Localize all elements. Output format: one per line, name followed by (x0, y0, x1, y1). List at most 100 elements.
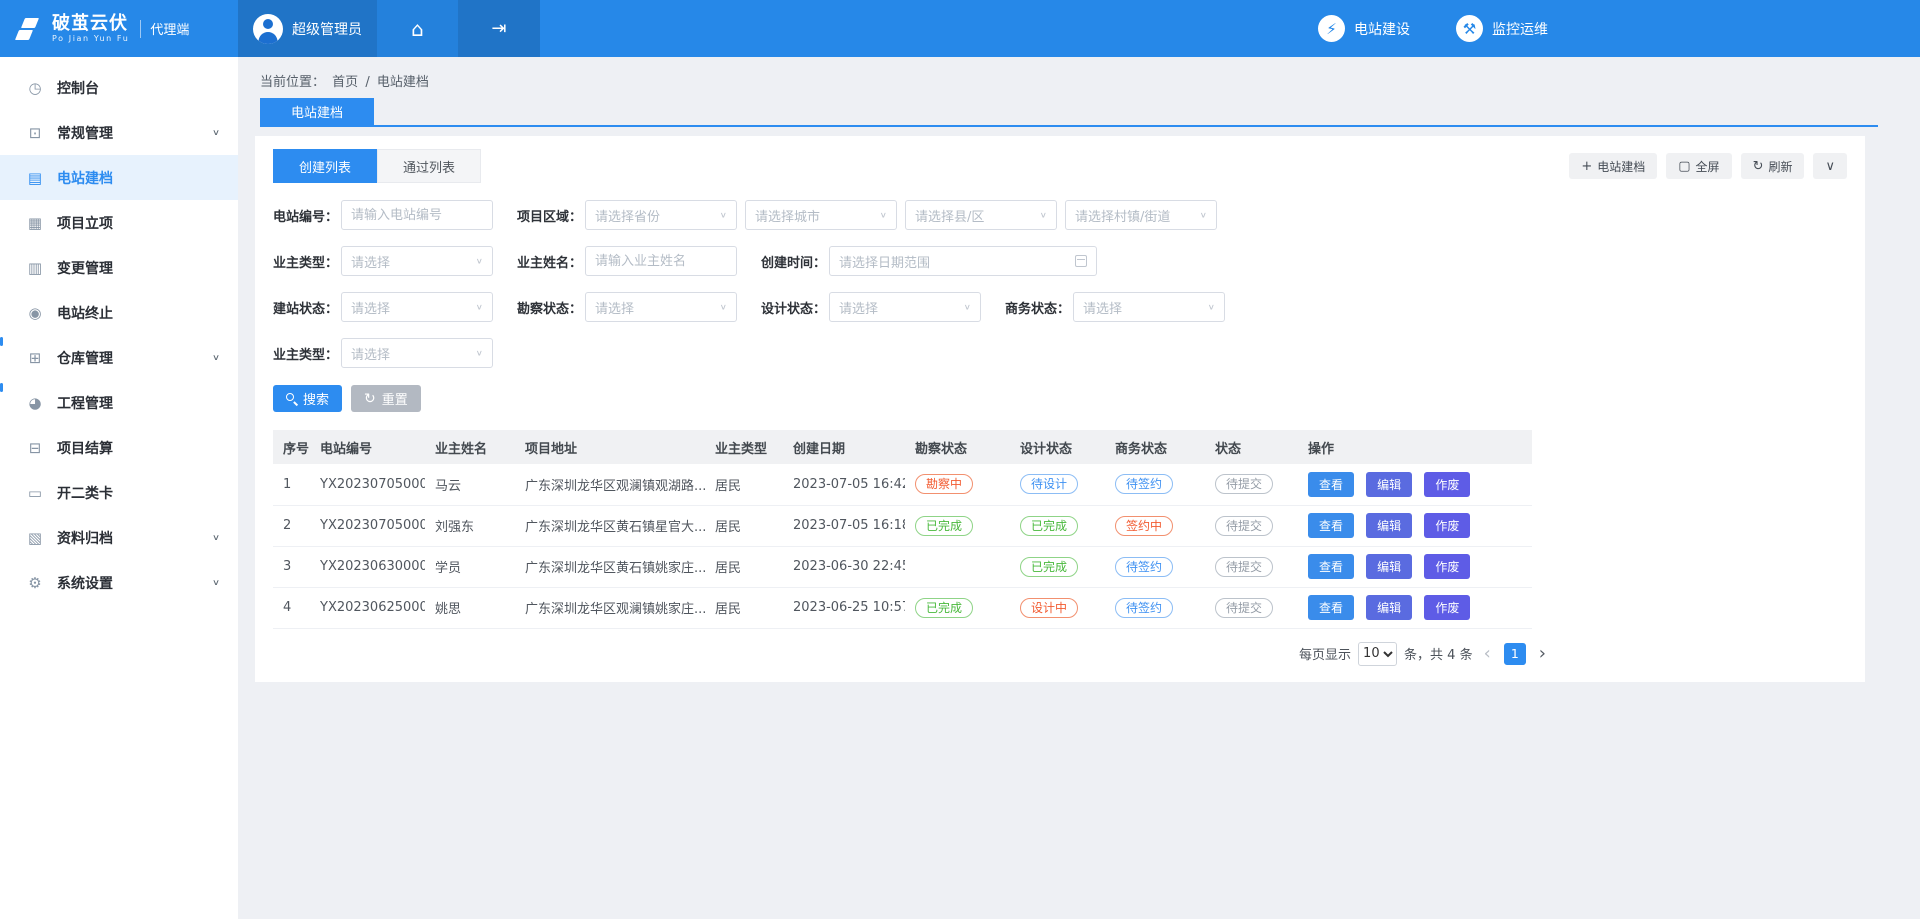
filter-label: 电站编号： (273, 206, 341, 225)
header-spacer (540, 0, 1318, 57)
user-menu[interactable]: 超级管理员 (238, 0, 377, 57)
edit-button[interactable]: 编辑 (1366, 472, 1412, 497)
nav-monitor-ops[interactable]: ⚒ 监控运维 (1456, 15, 1548, 42)
chevron-down-icon: ∨ (476, 257, 483, 266)
filter-label: 商务状态： (1005, 298, 1073, 317)
page-size-prefix: 每页显示 (1299, 644, 1351, 663)
create-station-button[interactable]: + 电站建档 (1569, 153, 1657, 179)
next-page-button[interactable]: › (1535, 645, 1550, 663)
view-button[interactable]: 查看 (1308, 472, 1354, 497)
chevron-down-icon: ∨ (1040, 211, 1047, 220)
fullscreen-button[interactable]: ▢ 全屏 (1666, 153, 1731, 179)
edit-button[interactable]: 编辑 (1366, 595, 1412, 620)
select-placeholder: 请选择 (839, 298, 878, 317)
city-select[interactable]: 请选择城市 ∨ (745, 200, 897, 230)
sidebar-item-label: 常规管理 (57, 123, 113, 143)
owner-type2-select[interactable]: 请选择 ∨ (341, 338, 493, 368)
cell-station-no: YX2023070500011 (310, 464, 425, 505)
owner-name-input[interactable] (585, 246, 737, 276)
tab-create-list[interactable]: 创建列表 (273, 149, 377, 183)
sidebar-item-label: 工程管理 (57, 393, 113, 413)
sidebar-item-label: 电站建档 (57, 168, 113, 188)
business-status-select[interactable]: 请选择 ∨ (1073, 292, 1225, 322)
select-placeholder: 请选择 (351, 344, 390, 363)
sidebar-item-label: 系统设置 (57, 573, 113, 593)
refresh-label: 刷新 (1768, 158, 1792, 175)
sidebar-item-class2-card[interactable]: ▭ 开二类卡 (0, 470, 238, 515)
edit-button[interactable]: 编辑 (1366, 554, 1412, 579)
sidebar-item-change-mgmt[interactable]: ▥ 变更管理 (0, 245, 238, 290)
view-button[interactable]: 查看 (1308, 554, 1354, 579)
dashboard-icon: ◷ (26, 79, 44, 97)
sidebar-item-warehouse-mgmt[interactable]: ⊞ 仓库管理 ∨ (0, 335, 238, 380)
view-button[interactable]: 查看 (1308, 595, 1354, 620)
cell-created-date: 2023-06-25 10:57:04 (783, 587, 905, 628)
refresh-button[interactable]: ↻ 刷新 (1741, 153, 1805, 179)
plus-icon: + (1581, 160, 1592, 173)
view-button[interactable]: 查看 (1308, 513, 1354, 538)
sidebar-item-engineering-mgmt[interactable]: ◕ 工程管理 (0, 380, 238, 425)
build-status-select[interactable]: 请选择 ∨ (341, 292, 493, 322)
filter-design-status: 设计状态： 请选择 ∨ (761, 292, 981, 322)
search-button[interactable]: 搜索 (273, 385, 342, 412)
sidebar-item-console[interactable]: ◷ 控制台 (0, 65, 238, 110)
home-button[interactable]: ⌂ (377, 0, 458, 57)
void-button[interactable]: 作废 (1424, 595, 1470, 620)
filter-label: 建站状态： (273, 298, 341, 317)
owner-type-select[interactable]: 请选择 ∨ (341, 246, 493, 276)
cell-owner-name: 刘强东 (425, 505, 515, 546)
filter-panel: 电站编号： 项目区域： 请选择省份 ∨ 请选择城市 ∨ 请选择县/区 (255, 183, 1865, 368)
chevron-down-icon: ∨ (212, 353, 220, 363)
tab-passed-list[interactable]: 通过列表 (377, 149, 481, 183)
select-placeholder: 请选择 (595, 298, 634, 317)
col-header-owner-type: 业主类型 (705, 430, 783, 464)
station-no-input[interactable] (341, 200, 493, 230)
prev-page-button[interactable]: ‹ (1480, 645, 1495, 663)
card-header: 创建列表 通过列表 + 电站建档 ▢ 全屏 ↻ 刷新 ∨ (255, 136, 1865, 183)
sidebar-item-project-settlement[interactable]: ⊟ 项目结算 (0, 425, 238, 470)
survey-status-select[interactable]: 请选择 ∨ (585, 292, 737, 322)
col-header-status: 状态 (1205, 430, 1298, 464)
void-button[interactable]: 作废 (1424, 472, 1470, 497)
cell-business-status: 待签约 (1105, 546, 1205, 587)
cell-station-no: YX2023063000009 (310, 546, 425, 587)
sidebar-item-station-filing[interactable]: ▤ 电站建档 (0, 155, 238, 200)
date-range-input[interactable]: 请选择日期范围 (829, 246, 1097, 276)
sidebar-item-system-settings[interactable]: ⚙ 系统设置 ∨ (0, 560, 238, 605)
search-actions: 搜索 ↻ 重置 (255, 384, 1865, 412)
filter-label: 业主姓名： (517, 252, 585, 271)
status-badge: 待签约 (1115, 557, 1173, 577)
sidebar-item-general-mgmt[interactable]: ⊡ 常规管理 ∨ (0, 110, 238, 155)
username: 超级管理员 (292, 19, 362, 39)
select-placeholder: 请选择县/区 (915, 206, 984, 225)
table-row: 2 YX2023070500010 刘强东 广东深圳龙华区黄石镇星官大... 居… (273, 505, 1532, 546)
reset-button[interactable]: ↻ 重置 (351, 385, 421, 412)
tab-station-filing[interactable]: 电站建档 (260, 98, 374, 125)
sidebar-item-data-archive[interactable]: ▧ 资料归档 ∨ (0, 515, 238, 560)
sidebar-item-station-termination[interactable]: ◉ 电站终止 (0, 290, 238, 335)
nav-station-build-label: 电站建设 (1354, 19, 1410, 39)
chevron-down-icon: ∨ (720, 211, 727, 220)
page-number-1[interactable]: 1 (1504, 643, 1526, 665)
nav-monitor-ops-label: 监控运维 (1492, 19, 1548, 39)
toolbar: + 电站建档 ▢ 全屏 ↻ 刷新 ∨ (1560, 153, 1847, 179)
design-status-select[interactable]: 请选择 ∨ (829, 292, 981, 322)
breadcrumb-home[interactable]: 首页 (332, 75, 358, 90)
town-select[interactable]: 请选择村镇/街道 ∨ (1065, 200, 1217, 230)
edit-button[interactable]: 编辑 (1366, 513, 1412, 538)
cell-owner-name: 姚思 (425, 587, 515, 628)
fullscreen-icon: ▢ (1678, 160, 1690, 173)
sidebar-item-project-initiation[interactable]: ▦ 项目立项 (0, 200, 238, 245)
sidebar-item-label: 项目立项 (57, 213, 113, 233)
void-button[interactable]: 作废 (1424, 513, 1470, 538)
logo-title: 破茧云伏 (52, 14, 129, 35)
logout-button[interactable]: ⇥ (458, 0, 540, 57)
breadcrumb-prefix: 当前位置： (260, 75, 325, 90)
nav-station-build[interactable]: ⚡ 电站建设 (1318, 15, 1410, 42)
void-button[interactable]: 作废 (1424, 554, 1470, 579)
collapse-button[interactable]: ∨ (1813, 153, 1847, 179)
page-size-select[interactable]: 10 (1358, 642, 1397, 666)
select-placeholder: 请选择城市 (755, 206, 820, 225)
county-select[interactable]: 请选择县/区 ∨ (905, 200, 1057, 230)
province-select[interactable]: 请选择省份 ∨ (585, 200, 737, 230)
